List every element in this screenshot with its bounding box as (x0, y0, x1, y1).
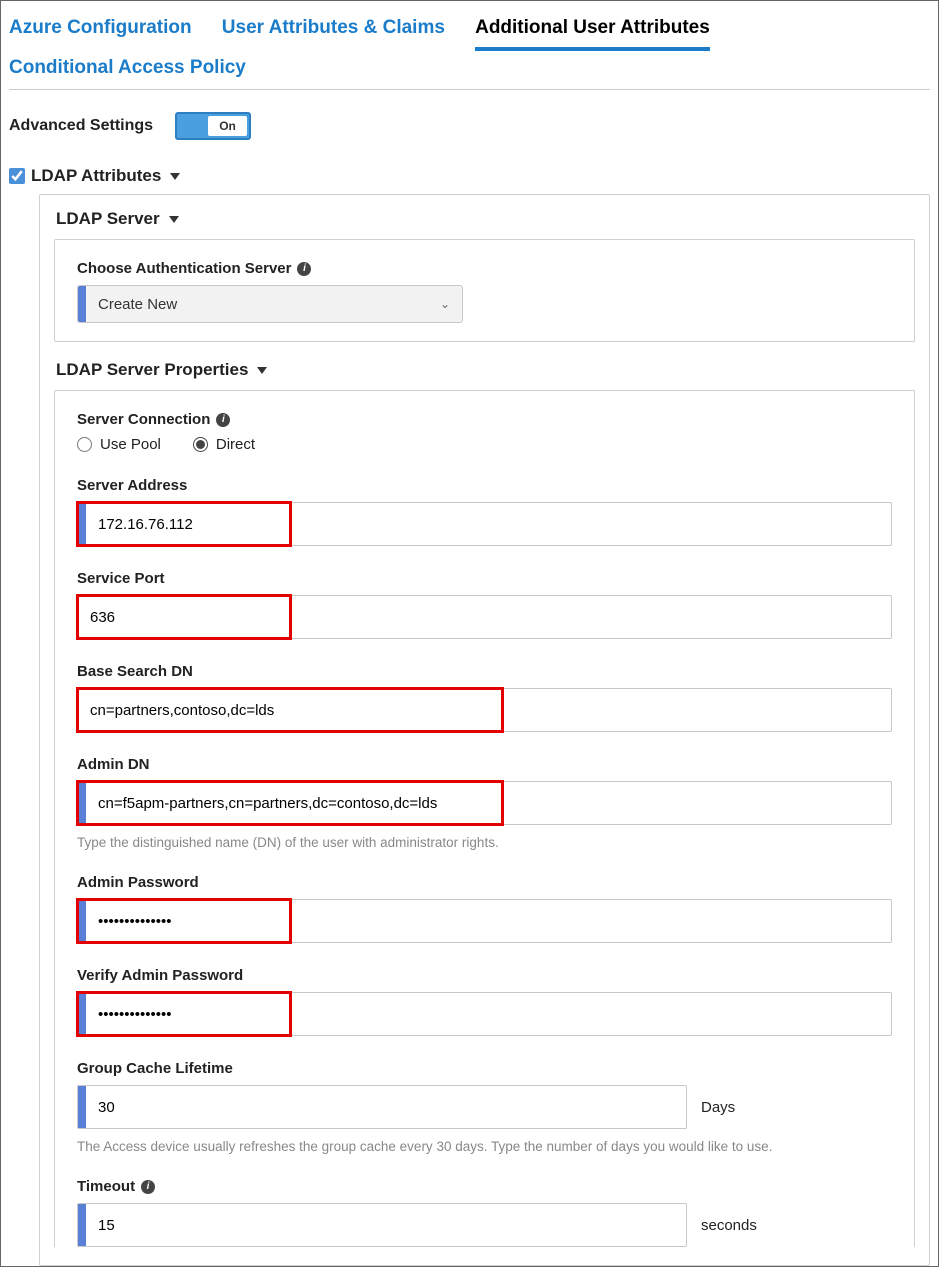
ldap-server-properties-header[interactable]: LDAP Server Properties (56, 360, 915, 380)
chevron-down-icon (170, 173, 180, 180)
group-cache-lifetime-unit: Days (701, 1099, 735, 1116)
group-cache-lifetime-helper: The Access device usually refreshes the … (77, 1139, 892, 1154)
accent-bar (78, 286, 86, 322)
chevron-down-icon (169, 216, 179, 223)
admin-dn-wrap (77, 781, 892, 825)
timeout-wrap (77, 1203, 687, 1247)
admin-dn-label: Admin DN (77, 756, 892, 773)
verify-admin-password-wrap (77, 992, 892, 1036)
admin-password-input[interactable] (86, 900, 891, 942)
ldap-server-properties-panel: Server Connection i Use Pool Direct Serv… (54, 390, 915, 1247)
ldap-attributes-header[interactable]: LDAP Attributes (9, 166, 930, 186)
timeout-label: Timeout (77, 1178, 135, 1195)
group-cache-lifetime-wrap (77, 1085, 687, 1129)
advanced-settings-toggle[interactable]: On (175, 112, 251, 140)
ldap-server-title: LDAP Server (56, 209, 160, 229)
ldap-panel: LDAP Server Choose Authentication Server… (39, 194, 930, 1266)
use-pool-label: Use Pool (100, 436, 161, 453)
accent-bar (78, 503, 86, 545)
admin-password-label: Admin Password (77, 874, 892, 891)
base-search-dn-input[interactable] (78, 689, 891, 731)
accent-bar (78, 1086, 86, 1128)
verify-admin-password-input[interactable] (86, 993, 891, 1035)
ldap-server-header[interactable]: LDAP Server (56, 209, 915, 229)
info-icon[interactable]: i (297, 262, 311, 276)
verify-admin-password-label: Verify Admin Password (77, 967, 892, 984)
service-port-wrap (77, 595, 892, 639)
info-icon[interactable]: i (216, 413, 230, 427)
server-connection-label: Server Connection (77, 411, 210, 428)
admin-password-wrap (77, 899, 892, 943)
direct-option[interactable]: Direct (193, 436, 255, 453)
direct-radio[interactable] (193, 437, 208, 452)
ldap-server-panel: Choose Authentication Server i Create Ne… (54, 239, 915, 342)
base-search-dn-wrap (77, 688, 892, 732)
server-address-input[interactable] (86, 503, 891, 545)
chevron-down-icon: ⌄ (440, 297, 462, 311)
tab-bar: Azure Configuration User Attributes & Cl… (9, 9, 930, 90)
accent-bar (78, 993, 86, 1035)
group-cache-lifetime-input[interactable] (86, 1086, 686, 1128)
timeout-unit: seconds (701, 1217, 757, 1234)
tab-conditional-access-policy[interactable]: Conditional Access Policy (9, 51, 246, 85)
base-search-dn-label: Base Search DN (77, 663, 892, 680)
direct-label: Direct (216, 436, 255, 453)
ldap-server-properties-title: LDAP Server Properties (56, 360, 248, 380)
ldap-attributes-checkbox[interactable] (9, 168, 25, 184)
ldap-attributes-title: LDAP Attributes (31, 166, 161, 186)
toggle-knob: On (208, 116, 247, 136)
service-port-label: Service Port (77, 570, 892, 587)
admin-dn-input[interactable] (86, 782, 891, 824)
use-pool-option[interactable]: Use Pool (77, 436, 161, 453)
auth-server-select[interactable]: Create New ⌄ (77, 285, 463, 323)
accent-bar (78, 782, 86, 824)
accent-bar (78, 1204, 86, 1246)
tab-azure-configuration[interactable]: Azure Configuration (9, 11, 192, 45)
chevron-down-icon (257, 367, 267, 374)
server-address-wrap (77, 502, 892, 546)
tab-user-attributes-claims[interactable]: User Attributes & Claims (222, 11, 445, 45)
accent-bar (78, 900, 86, 942)
auth-server-value: Create New (86, 296, 440, 313)
service-port-input[interactable] (78, 596, 891, 638)
use-pool-radio[interactable] (77, 437, 92, 452)
admin-dn-helper: Type the distinguished name (DN) of the … (77, 835, 892, 850)
choose-auth-server-label: Choose Authentication Server (77, 260, 291, 277)
info-icon[interactable]: i (141, 1180, 155, 1194)
timeout-input[interactable] (86, 1204, 686, 1246)
group-cache-lifetime-label: Group Cache Lifetime (77, 1060, 892, 1077)
server-address-label: Server Address (77, 477, 892, 494)
tab-additional-user-attributes[interactable]: Additional User Attributes (475, 11, 710, 51)
advanced-settings-label: Advanced Settings (9, 117, 153, 135)
